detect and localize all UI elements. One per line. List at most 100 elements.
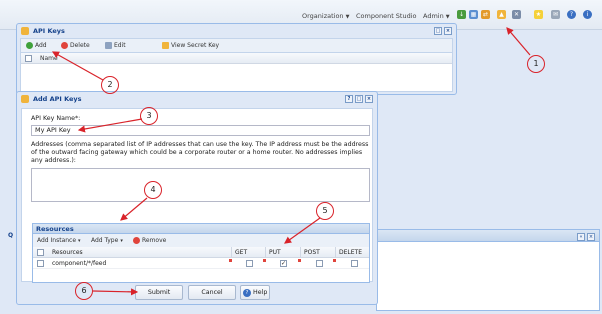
dirty-marker (229, 259, 232, 262)
close-icon[interactable]: × (587, 233, 595, 241)
dirty-marker (298, 259, 301, 262)
add-instance-button[interactable]: Add Instance ▾ (37, 237, 81, 244)
add-api-keys-title-text: Add API Keys (33, 95, 82, 103)
lock-icon (21, 95, 29, 103)
restore-icon[interactable]: □ (434, 27, 442, 35)
delete-icon (61, 42, 68, 49)
resources-panel-header: Resources (32, 223, 370, 234)
help-icon[interactable]: ? (567, 10, 576, 19)
admin-menu-label: Admin (423, 12, 444, 20)
add-button[interactable]: Add (26, 42, 47, 49)
transfer-icon[interactable]: ⇄ (481, 10, 490, 19)
delete-label: Delete (70, 42, 90, 49)
add-type-label: Add Type (91, 237, 119, 244)
arrow-1 (506, 27, 531, 56)
table-row[interactable]: component/*/feed ✓ (33, 258, 369, 269)
annotation-marker-4: 4 (144, 181, 162, 199)
resources-grid-header: Resources GET PUT POST DELETE (33, 247, 369, 258)
api-keys-toolbar: Add Delete Edit View Secret Key (21, 39, 452, 53)
delete-checkbox[interactable] (351, 260, 358, 267)
addresses-textarea[interactable] (31, 168, 370, 202)
dirty-marker (263, 259, 266, 262)
restore-icon[interactable]: □ (355, 95, 363, 103)
get-checkbox[interactable] (246, 260, 253, 267)
organization-menu[interactable]: Organization ▼ (302, 12, 349, 20)
add-icon (26, 42, 33, 49)
key-icon (162, 42, 169, 49)
component-studio-menu[interactable]: Component Studio (356, 12, 417, 20)
view-secret-key-label: View Secret Key (171, 42, 220, 49)
download-icon[interactable]: ↓ (457, 10, 466, 19)
row-select-checkbox[interactable] (37, 260, 44, 267)
post-column-header[interactable]: POST (304, 249, 320, 256)
add-label: Add (35, 42, 47, 49)
annotation-marker-3: 3 (140, 107, 158, 125)
post-checkbox[interactable] (316, 260, 323, 267)
column-divider (231, 247, 232, 258)
background-panel: «× (376, 229, 600, 311)
resource-path-cell: component/*/feed (52, 260, 107, 267)
get-column-header[interactable]: GET (235, 249, 247, 256)
dialog-footer: Submit Cancel ? Help (21, 283, 373, 303)
api-key-name-input[interactable]: My API Key (31, 125, 370, 136)
name-column-header[interactable]: Name (40, 55, 58, 62)
annotation-marker-2: 2 (101, 76, 119, 94)
lock-icon (21, 27, 29, 35)
submit-button[interactable]: Submit (135, 285, 183, 300)
help-label: Help (253, 289, 268, 296)
admin-menu[interactable]: Admin ▼ (423, 12, 450, 20)
addresses-label: Addresses (comma separated list of IP ad… (31, 141, 369, 164)
api-keys-window: API Keys □ × Add Delete Edit View Secret … (16, 23, 457, 95)
api-keys-title-text: API Keys (33, 27, 65, 35)
view-secret-key-button[interactable]: View Secret Key (162, 42, 219, 49)
side-panel-label: Q (8, 232, 14, 239)
collapse-icon[interactable]: « (577, 233, 585, 241)
star-icon[interactable]: ★ (534, 10, 543, 19)
delete-column-header[interactable]: DELETE (339, 249, 362, 256)
api-keys-grid-header: Name (21, 53, 452, 64)
put-column-header[interactable]: PUT (269, 249, 281, 256)
delete-button[interactable]: Delete (61, 42, 90, 49)
remove-button[interactable]: Remove (133, 237, 166, 244)
edit-button[interactable]: Edit (105, 42, 126, 49)
cancel-button[interactable]: Cancel (188, 285, 236, 300)
close-icon[interactable]: × (444, 27, 452, 35)
help-icon[interactable]: ? (345, 95, 353, 103)
edit-label: Edit (114, 42, 126, 49)
annotation-marker-5: 5 (316, 202, 334, 220)
put-checkbox[interactable]: ✓ (280, 260, 287, 267)
add-instance-label: Add Instance (37, 237, 77, 244)
resources-column-header[interactable]: Resources (52, 249, 83, 256)
tools-icon[interactable]: ✕ (512, 10, 521, 19)
chevron-down-icon: ▼ (345, 14, 350, 20)
select-all-resources-checkbox[interactable] (37, 249, 44, 256)
mail-icon[interactable]: ✉ (551, 10, 560, 19)
api-keys-panel: Add Delete Edit View Secret Key Name (20, 38, 453, 92)
add-api-keys-dialog: Add API Keys ? □ × API Key Name*: My API K… (16, 91, 378, 305)
add-api-keys-title: Add API Keys ? □ × (17, 92, 377, 106)
column-divider (335, 247, 336, 258)
help-button[interactable]: ? Help (240, 285, 270, 300)
chevron-down-icon: ▼ (445, 14, 450, 20)
api-keys-window-title: API Keys □ × (17, 24, 456, 38)
edit-icon (105, 42, 112, 49)
api-key-name-label: API Key Name*: (31, 115, 81, 122)
help-icon: ? (243, 288, 251, 297)
resources-grid: Resources GET PUT POST DELETE component/… (32, 247, 370, 283)
select-all-checkbox[interactable] (25, 55, 32, 62)
dialog-body: API Key Name*: My API Key Addresses (com… (21, 108, 373, 283)
lock-icon[interactable]: ▲ (497, 10, 506, 19)
grid-icon[interactable]: ▦ (469, 10, 478, 19)
info-icon[interactable]: i (583, 10, 592, 19)
chevron-down-icon: ▾ (120, 237, 123, 244)
annotation-marker-1: 1 (527, 55, 545, 73)
close-icon[interactable]: × (365, 95, 373, 103)
column-divider (265, 247, 266, 258)
annotation-marker-6: 6 (75, 282, 93, 300)
background-panel-header: «× (377, 230, 599, 242)
add-type-button[interactable]: Add Type ▾ (91, 237, 123, 244)
organization-menu-label: Organization (302, 12, 344, 20)
remove-icon (133, 237, 140, 244)
dirty-marker (333, 259, 336, 262)
chevron-down-icon: ▾ (78, 237, 81, 244)
